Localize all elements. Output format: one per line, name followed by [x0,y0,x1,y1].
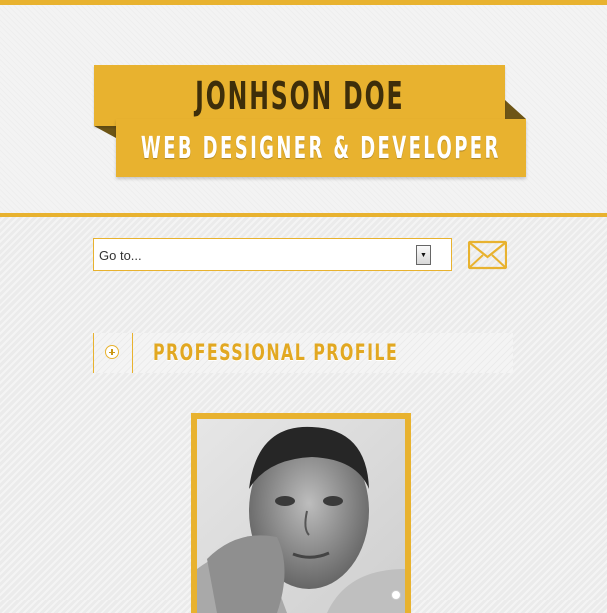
envelope-icon[interactable] [468,240,507,270]
site-role: WEB DESIGNER & DEVELOPER [141,130,501,166]
profile-photo-frame [191,413,411,613]
plus-circle-icon[interactable] [105,345,119,359]
site-name: JONHSON DOE [194,73,405,118]
section-title: PROFESSIONAL PROFILE [153,341,399,366]
goto-select-value: Go to... [99,248,142,263]
dropdown-arrow-icon[interactable]: ▼ [416,245,431,265]
goto-select[interactable]: Go to... ▼ [93,238,452,271]
name-ribbon: JONHSON DOE [94,65,505,126]
professional-profile-header[interactable]: PROFESSIONAL PROFILE [93,333,513,373]
header-divider [0,213,607,217]
profile-photo [197,419,405,613]
ribbon-fold [505,100,526,119]
role-ribbon: WEB DESIGNER & DEVELOPER [116,119,526,177]
corner-indicator [391,590,401,600]
ribbon-fold [94,126,116,138]
